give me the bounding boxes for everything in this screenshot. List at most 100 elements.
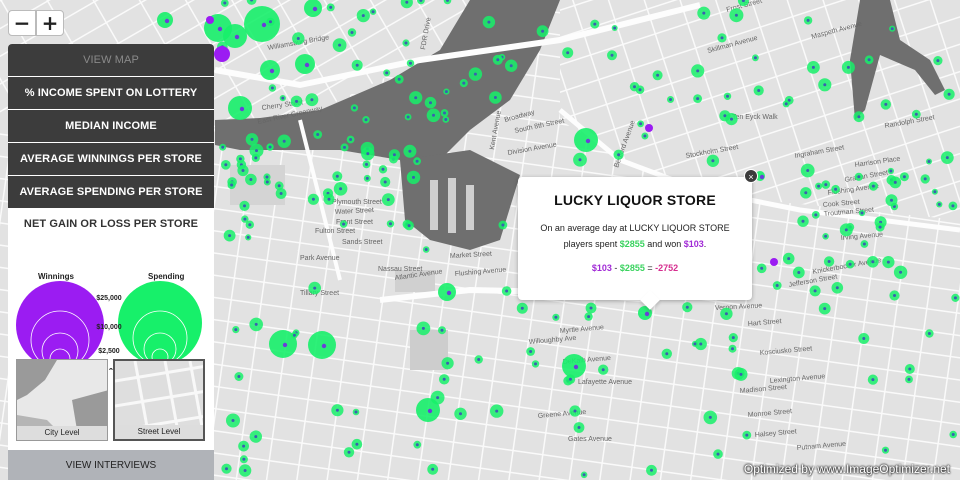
- store-winnings-dot: [893, 180, 897, 184]
- store-winnings-dot: [277, 184, 281, 188]
- store-winnings-dot: [444, 118, 448, 121]
- store-winnings-dot: [243, 469, 247, 472]
- income-lottery-button[interactable]: % INCOME SPENT ON LOTTERY: [8, 77, 214, 109]
- store-winnings-dot: [265, 180, 269, 184]
- store-winnings-dot: [656, 73, 660, 77]
- store-winnings-dot: [249, 178, 253, 181]
- store-winnings-dot: [529, 350, 533, 353]
- store-winnings-dot: [669, 98, 672, 101]
- view-map-button[interactable]: VIEW MAP: [8, 44, 214, 76]
- store-winnings-dot: [951, 433, 955, 436]
- store-winnings-dot: [577, 426, 581, 429]
- zoom-in-button[interactable]: +: [36, 10, 64, 36]
- popup-line-2: players spent $2855 and won $103.: [532, 236, 738, 252]
- store-winnings-dot: [268, 145, 272, 149]
- store-winnings-dot: [835, 286, 839, 290]
- store-winnings-dot: [477, 358, 481, 361]
- median-income-button[interactable]: MEDIAN INCOME: [8, 110, 214, 142]
- store-winnings-dot: [347, 450, 351, 454]
- store-winnings-dot: [862, 337, 866, 340]
- store-winnings-dot: [568, 377, 572, 381]
- avg-spending-button[interactable]: AVERAGE SPENDING PER STORE: [8, 176, 214, 208]
- net-gain-loss-button[interactable]: NET GAIN OR LOSS PER STORE: [8, 209, 214, 239]
- store-winnings-dot: [610, 53, 614, 57]
- store-winnings-dot: [364, 118, 368, 122]
- store-winnings-dot: [238, 157, 242, 161]
- store-winnings-dot: [304, 62, 310, 68]
- store-winnings-dot: [228, 234, 232, 238]
- store-winnings-dot: [890, 198, 893, 202]
- store-winnings-dot: [282, 139, 286, 143]
- store-winnings-dot: [730, 117, 733, 121]
- store-winnings-dot: [534, 362, 537, 366]
- popup-text-period: .: [703, 239, 707, 249]
- store-winnings-dot: [878, 225, 882, 229]
- store-winnings-dot: [335, 174, 339, 178]
- store-winnings-marker[interactable]: [645, 124, 653, 132]
- store-winnings-dot: [230, 183, 234, 187]
- store-winnings-dot: [862, 242, 866, 246]
- store-winnings-dot: [731, 347, 734, 351]
- store-winnings-dot: [397, 77, 401, 81]
- store-marker[interactable]: [157, 12, 173, 28]
- store-marker[interactable]: [574, 128, 598, 152]
- zoom-out-button[interactable]: −: [8, 10, 36, 36]
- store-winnings-dot: [234, 34, 240, 40]
- store-winnings-dot: [585, 138, 591, 144]
- store-winnings-dot: [217, 26, 223, 32]
- eq-won: $103: [591, 263, 612, 273]
- store-winnings-dot: [685, 305, 689, 309]
- store-winnings-dot: [265, 175, 269, 179]
- city-level-thumbnail[interactable]: City Level: [16, 359, 108, 441]
- store-winnings-dot: [813, 289, 817, 293]
- store-winnings-dot: [899, 270, 903, 274]
- store-winnings-dot: [365, 176, 369, 180]
- map-street-label: Ten Eyck Walk: [732, 114, 778, 121]
- store-winnings-marker[interactable]: [206, 16, 214, 24]
- store-winnings-dot: [459, 412, 462, 416]
- store-winnings-dot: [270, 86, 274, 90]
- view-interviews-button[interactable]: VIEW INTERVIEWS: [8, 450, 214, 480]
- store-winnings-dot: [487, 20, 491, 24]
- store-marker[interactable]: [228, 96, 252, 120]
- eq-spent: $2855: [619, 263, 645, 273]
- store-winnings-dot: [269, 68, 275, 74]
- store-marker[interactable]: [295, 54, 315, 74]
- store-winnings-dot: [279, 192, 283, 195]
- popup-spent-amount: $2855: [619, 239, 645, 249]
- street-level-thumbnail[interactable]: Street Level: [113, 359, 205, 441]
- store-winnings-dot: [261, 22, 267, 28]
- store-marker[interactable]: [562, 354, 586, 378]
- store-marker[interactable]: [244, 6, 280, 42]
- store-winnings-dot: [797, 271, 801, 274]
- store-marker[interactable]: [438, 283, 456, 301]
- store-winnings-dot: [462, 81, 466, 85]
- store-winnings-dot: [321, 343, 327, 349]
- store-winnings-dot: [243, 204, 246, 208]
- store-winnings-dot: [414, 96, 418, 100]
- store-winnings-dot: [473, 72, 477, 76]
- close-icon[interactable]: ×: [744, 169, 758, 183]
- store-marker[interactable]: [260, 60, 280, 80]
- legend-winnings-circle: [16, 281, 104, 369]
- legend-scale-label: $25,000: [96, 295, 121, 302]
- store-winnings-dot: [824, 234, 828, 238]
- store-marker[interactable]: [308, 331, 336, 359]
- store-winnings-dot: [923, 177, 927, 181]
- store-winnings-dot: [884, 102, 888, 106]
- store-winnings-dot: [495, 409, 499, 413]
- store-winnings-dot: [493, 96, 497, 99]
- store-winnings-dot: [352, 106, 356, 110]
- store-winnings-dot: [541, 29, 545, 33]
- store-winnings-dot: [354, 410, 358, 414]
- store-winnings-dot: [281, 96, 285, 100]
- store-winnings-dot: [857, 115, 861, 119]
- store-winnings-marker[interactable]: [770, 258, 778, 266]
- store-winnings-marker[interactable]: [214, 46, 230, 62]
- avg-winnings-button[interactable]: AVERAGE WINNINGS PER STORE: [8, 143, 214, 175]
- store-winnings-dot: [431, 467, 435, 471]
- store-winnings-dot: [759, 174, 765, 180]
- store-winnings-dot: [633, 85, 636, 89]
- map-street-label: Lafayette Avenue: [578, 379, 632, 386]
- store-winnings-dot: [371, 10, 375, 14]
